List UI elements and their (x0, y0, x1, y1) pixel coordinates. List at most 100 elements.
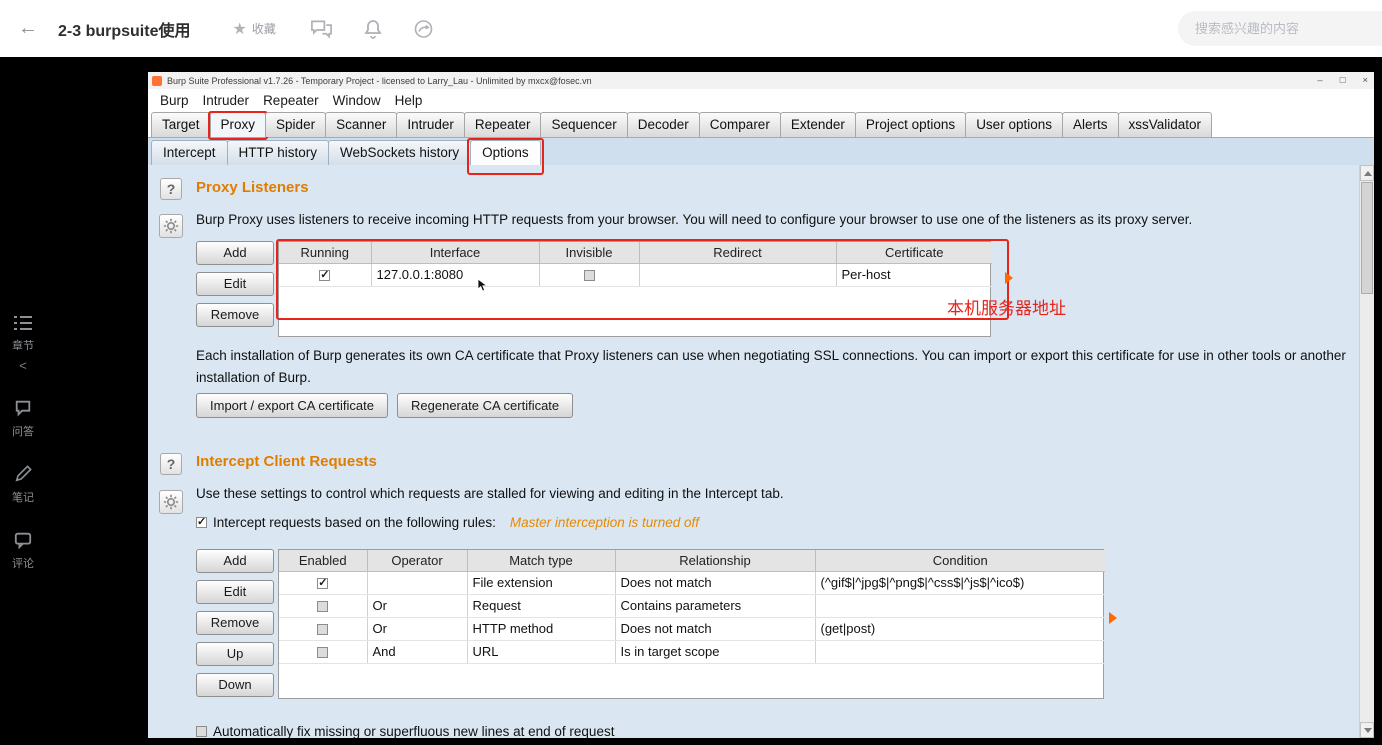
back-button[interactable]: ← (18, 17, 38, 40)
video-stage: 章节 < 问答 笔记 评论 Burp Suite Professional v1… (0, 57, 1382, 745)
column-header[interactable]: Operator (366, 550, 468, 572)
tab-intruder[interactable]: Intruder (396, 112, 465, 137)
subtab-websockets-history[interactable]: WebSockets history (328, 140, 472, 165)
auto-fix-checkbox[interactable] (196, 726, 207, 737)
intercept-rules-checkbox[interactable] (196, 515, 207, 528)
tab-xssvalidator[interactable]: xssValidator (1117, 112, 1213, 137)
subtab-intercept[interactable]: Intercept (151, 140, 228, 165)
cell-condition (815, 594, 1105, 618)
tab-user-options[interactable]: User options (965, 112, 1063, 137)
rule-enabled-checkbox[interactable] (317, 576, 329, 590)
scroll-down-button[interactable] (1360, 722, 1374, 738)
rule-row[interactable]: And URL Is in target scope (279, 640, 1105, 664)
cell-match-type: Request (467, 594, 616, 618)
burp-window: Burp Suite Professional v1.7.26 - Tempor… (148, 72, 1374, 738)
settings-gear-button[interactable] (159, 490, 183, 514)
pencil-icon (14, 465, 32, 486)
cell-redirect (639, 263, 837, 287)
minimize-button[interactable]: – (1317, 75, 1322, 86)
search-input[interactable] (1178, 21, 1382, 36)
column-header[interactable]: Running (279, 242, 372, 264)
chapters-icon (13, 315, 33, 334)
tab-proxy[interactable]: Proxy (207, 111, 269, 140)
add-rule-button[interactable]: Add (196, 549, 274, 573)
column-header[interactable]: Redirect (638, 242, 837, 264)
tab-spider[interactable]: Spider (265, 112, 327, 137)
column-header[interactable]: Enabled (279, 550, 368, 572)
settings-gear-button[interactable] (159, 214, 183, 238)
tab-scanner[interactable]: Scanner (325, 112, 398, 137)
rule-enabled-checkbox[interactable] (317, 624, 329, 636)
menu-window[interactable]: Window (326, 93, 388, 108)
rule-row[interactable]: File extension Does not match (^gif$|^jp… (279, 571, 1105, 595)
column-header[interactable]: Interface (370, 242, 540, 264)
discussion-icon[interactable] (310, 19, 333, 39)
rule-row[interactable]: Or Request Contains parameters (279, 594, 1105, 618)
annotation-server-address: 本机服务器地址 (947, 299, 1066, 318)
share-icon[interactable] (413, 19, 434, 39)
regenerate-ca-button[interactable]: Regenerate CA certificate (397, 393, 574, 418)
main-tab-bar: Target Proxy Spider Scanner Intruder Rep… (148, 111, 1374, 140)
menu-help[interactable]: Help (388, 93, 430, 108)
edit-rule-button[interactable]: Edit (196, 580, 274, 604)
scrollbar-thumb[interactable] (1361, 182, 1373, 294)
table-header-row: Enabled Operator Match type Relationship… (279, 550, 1105, 572)
menu-repeater[interactable]: Repeater (256, 93, 326, 108)
menu-intruder[interactable]: Intruder (196, 93, 257, 108)
tab-alerts[interactable]: Alerts (1061, 112, 1119, 137)
column-header[interactable]: Relationship (614, 550, 816, 572)
sidebar-item-comments[interactable]: 评论 (12, 531, 34, 571)
sidebar-item-chapters[interactable]: 章节 < (12, 315, 34, 373)
scroll-up-button[interactable] (1360, 165, 1374, 181)
auto-fix-row: Automatically fix missing or superfluous… (196, 724, 614, 738)
tab-decoder[interactable]: Decoder (626, 112, 700, 137)
cell-relationship: Does not match (615, 571, 816, 595)
import-export-ca-button[interactable]: Import / export CA certificate (196, 393, 389, 418)
running-checkbox[interactable] (319, 268, 331, 282)
search-box[interactable] (1178, 11, 1382, 46)
sidebar-item-qa[interactable]: 问答 (12, 399, 34, 439)
subtab-options[interactable]: Options (467, 138, 544, 175)
maximize-button[interactable]: □ (1340, 75, 1346, 86)
add-listener-button[interactable]: Add (196, 241, 274, 265)
column-header[interactable]: Certificate (835, 242, 992, 264)
tab-comparer[interactable]: Comparer (698, 112, 781, 137)
close-button[interactable]: × (1362, 75, 1368, 86)
collapse-rail-icon[interactable]: < (19, 358, 27, 373)
cell-operator (367, 571, 468, 595)
listener-row[interactable]: 127.0.0.1:8080 Per-host (279, 263, 992, 287)
rule-row[interactable]: Or HTTP method Does not match (get|post) (279, 617, 1105, 641)
edit-listener-button[interactable]: Edit (196, 272, 274, 296)
cell-condition: (^gif$|^jpg$|^png$|^css$|^js$|^ico$) (815, 571, 1105, 595)
column-header[interactable]: Condition (814, 550, 1105, 572)
column-header[interactable]: Invisible (538, 242, 640, 264)
help-button[interactable]: ? (160, 453, 182, 475)
menu-burp[interactable]: Burp (153, 93, 196, 108)
rule-enabled-checkbox[interactable] (317, 601, 329, 613)
cell-match-type: HTTP method (467, 617, 616, 641)
help-button[interactable]: ? (160, 178, 182, 200)
remove-rule-button[interactable]: Remove (196, 611, 274, 635)
tab-project-options[interactable]: Project options (854, 112, 967, 137)
move-down-button[interactable]: Down (196, 673, 274, 697)
tab-target[interactable]: Target (151, 112, 211, 137)
invisible-checkbox[interactable] (583, 270, 595, 282)
bell-icon[interactable] (363, 19, 383, 39)
move-up-button[interactable]: Up (196, 642, 274, 666)
sidebar-item-notes[interactable]: 笔记 (12, 465, 34, 505)
tab-repeater[interactable]: Repeater (463, 112, 542, 137)
rule-enabled-checkbox[interactable] (317, 647, 329, 659)
intercept-rules-table: Enabled Operator Match type Relationship… (278, 549, 1117, 699)
tab-extender[interactable]: Extender (779, 112, 856, 137)
left-rail: 章节 < 问答 笔记 评论 (0, 315, 46, 571)
subtab-http-history[interactable]: HTTP history (226, 140, 330, 165)
cell-condition: (get|post) (815, 617, 1105, 641)
favorite-label: 收藏 (251, 22, 276, 36)
vertical-scrollbar[interactable] (1359, 165, 1374, 738)
tab-sequencer[interactable]: Sequencer (540, 112, 628, 137)
remove-listener-button[interactable]: Remove (196, 303, 274, 327)
favorite-button[interactable]: ★ 收藏 (232, 19, 275, 39)
annotation-arrow (1109, 612, 1117, 624)
column-header[interactable]: Match type (466, 550, 616, 572)
window-title: Burp Suite Professional v1.7.26 - Tempor… (167, 75, 592, 86)
